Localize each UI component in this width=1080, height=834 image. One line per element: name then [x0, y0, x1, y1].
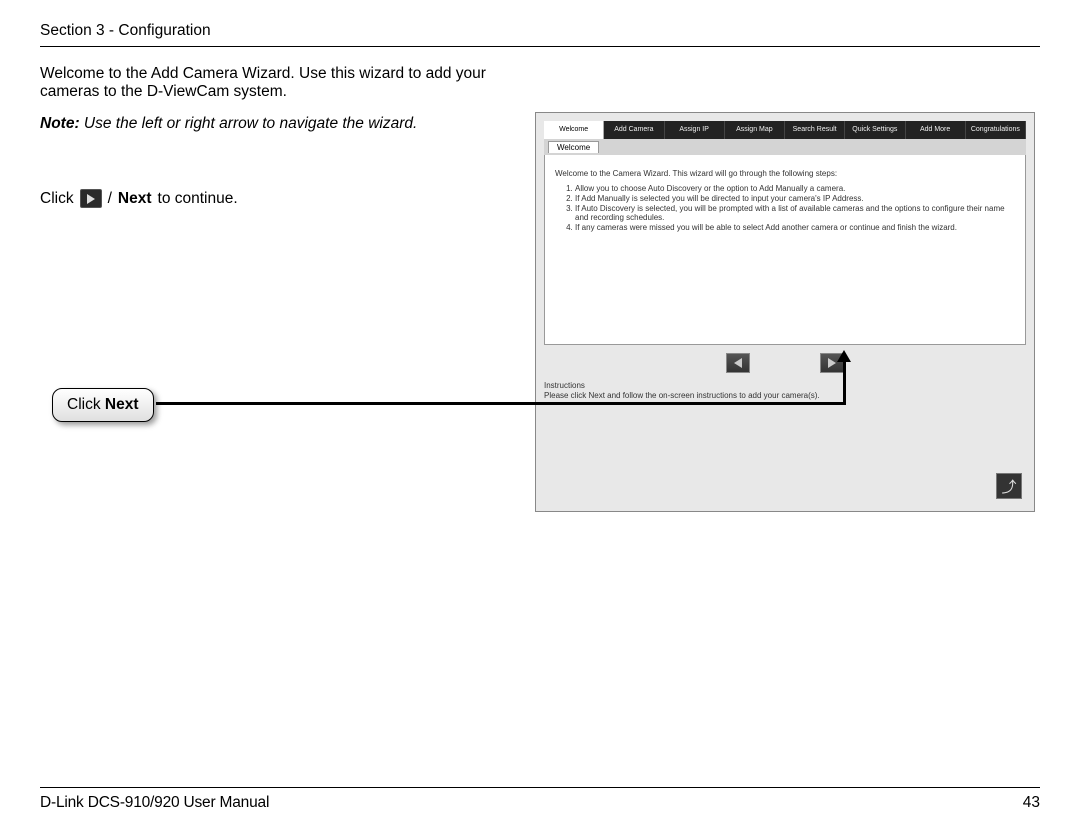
section-header: Section 3 - Configuration	[40, 22, 1040, 47]
instructions-text: Please click Next and follow the on-scre…	[544, 391, 1026, 400]
note-body: Use the left or right arrow to navigate …	[80, 115, 418, 132]
click-next-bold: Next	[118, 190, 152, 208]
tab-add-camera[interactable]: Add Camera	[604, 121, 664, 139]
tab-add-more[interactable]: Add More	[906, 121, 966, 139]
callout-pre: Click	[67, 396, 105, 413]
tab-assign-map[interactable]: Assign Map	[725, 121, 785, 139]
intro-text: Welcome to the Add Camera Wizard. Use th…	[40, 65, 530, 101]
click-slash: /	[108, 190, 112, 208]
callout-bold: Next	[105, 396, 139, 413]
inner-tab-strip: Welcome	[544, 139, 1026, 155]
callout-click-next: Click Next	[52, 388, 154, 422]
prev-button[interactable]	[726, 353, 750, 373]
page-number: 43	[1023, 794, 1040, 812]
wizard-top-tabs: Welcome Add Camera Assign IP Assign Map …	[544, 121, 1026, 139]
click-next-instruction: Click / Next to continue.	[40, 189, 530, 208]
tab-quick-settings[interactable]: Quick Settings	[845, 121, 905, 139]
tab-assign-ip[interactable]: Assign IP	[665, 121, 725, 139]
footer-manual: D-Link DCS-910/920 User Manual	[40, 794, 269, 812]
wizard-content: Welcome to the Camera Wizard. This wizar…	[544, 155, 1026, 345]
wizard-screenshot: Welcome Add Camera Assign IP Assign Map …	[535, 112, 1035, 512]
tab-search-result[interactable]: Search Result	[785, 121, 845, 139]
inner-tab-welcome[interactable]: Welcome	[548, 141, 599, 153]
arrowhead-icon	[837, 350, 851, 362]
wizard-step: Allow you to choose Auto Discovery or th…	[575, 184, 1015, 193]
click-pre: Click	[40, 190, 74, 208]
wizard-step: If Add Manually is selected you will be …	[575, 194, 1015, 203]
wizard-step: If any cameras were missed you will be a…	[575, 223, 1015, 232]
instructions-label: Instructions	[544, 381, 1026, 390]
exit-icon[interactable]: ⤴	[996, 473, 1022, 499]
wizard-step: If Auto Discovery is selected, you will …	[575, 204, 1015, 222]
tab-welcome[interactable]: Welcome	[544, 121, 604, 139]
note-label: Note:	[40, 115, 80, 132]
callout-connector-h	[156, 402, 846, 405]
page-footer: D-Link DCS-910/920 User Manual 43	[40, 787, 1040, 812]
callout-connector-v	[843, 358, 846, 404]
play-icon	[80, 189, 102, 208]
wizard-intro-text: Welcome to the Camera Wizard. This wizar…	[555, 169, 1015, 178]
click-post: to continue.	[158, 190, 238, 208]
note-text: Note: Use the left or right arrow to nav…	[40, 115, 530, 133]
tab-congratulations[interactable]: Congratulations	[966, 121, 1026, 139]
